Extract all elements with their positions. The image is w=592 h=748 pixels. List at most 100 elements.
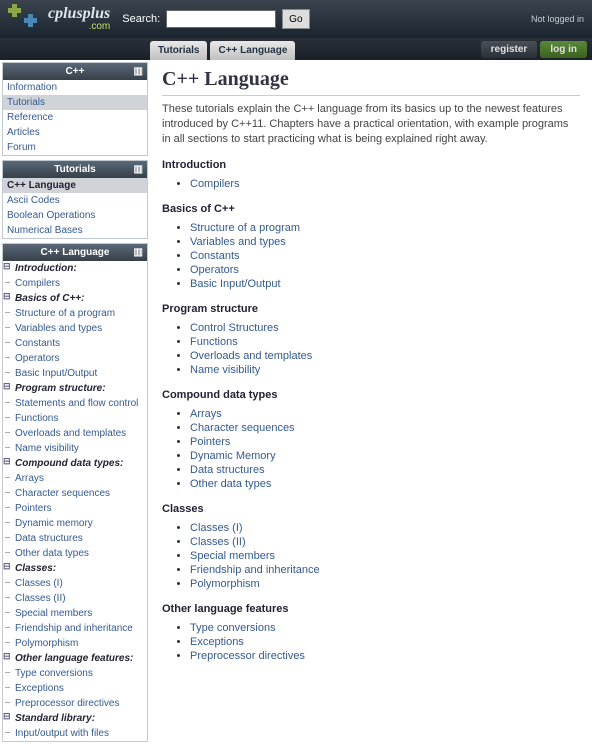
sidebar-item[interactable]: Boolean Operations [3,208,147,223]
breadcrumb-cpp-language[interactable]: C++ Language [210,41,295,60]
sidebar-item[interactable]: Name visibility [3,441,147,456]
sidebar-item[interactable]: Type conversions [3,666,147,681]
sidebar-link[interactable]: Constants [15,338,60,349]
sidebar-link[interactable]: Statements and flow control [15,398,138,409]
sidebar-link[interactable]: Compilers [15,278,60,289]
sidebar-item[interactable]: Functions [3,411,147,426]
sidebar-link[interactable]: Variables and types [15,323,102,334]
sidebar-item[interactable]: Program structure: [3,381,147,396]
collapse-icon[interactable]: ▥ [134,247,143,258]
sidebar-link[interactable]: Numerical Bases [7,225,83,236]
content-link[interactable]: Variables and types [190,236,286,248]
sidebar-link[interactable]: Ascii Codes [7,195,60,206]
sidebar-item[interactable]: Preprocessor directives [3,696,147,711]
sidebar-item[interactable]: Overloads and templates [3,426,147,441]
sidebar-link[interactable]: Friendship and inheritance [15,623,133,634]
register-button[interactable]: register [481,41,538,58]
sidebar-link[interactable]: Basic Input/Output [15,368,97,379]
sidebar-item[interactable]: Arrays [3,471,147,486]
sidebar-item[interactable]: Operators [3,351,147,366]
content-link[interactable]: Constants [190,250,240,262]
sidebar-item[interactable]: Reference [3,110,147,125]
sidebar-item[interactable]: Tutorials [3,95,147,110]
sidebar-item[interactable]: Character sequences [3,486,147,501]
sidebar-item[interactable]: Ascii Codes [3,193,147,208]
search-input[interactable] [166,10,276,28]
sidebar-item[interactable]: Standard library: [3,711,147,726]
sidebar-item[interactable]: Friendship and inheritance [3,621,147,636]
sidebar-item[interactable]: Constants [3,336,147,351]
sidebar-item[interactable]: Exceptions [3,681,147,696]
content-link[interactable]: Polymorphism [190,578,260,590]
sidebar-link[interactable]: Standard library: [15,713,95,724]
content-link[interactable]: Dynamic Memory [190,450,276,462]
sidebar-link[interactable]: Reference [7,112,53,123]
sidebar-link[interactable]: Operators [15,353,59,364]
sidebar-link[interactable]: Polymorphism [15,638,78,649]
sidebar-item[interactable]: C++ Language [3,178,147,193]
sidebar-item[interactable]: Variables and types [3,321,147,336]
sidebar-link[interactable]: Data structures [15,533,83,544]
sidebar-item[interactable]: Basics of C++: [3,291,147,306]
sidebar-item[interactable]: Introduction: [3,261,147,276]
content-link[interactable]: Basic Input/Output [190,278,281,290]
content-link[interactable]: Special members [190,550,275,562]
sidebar-item[interactable]: Other data types [3,546,147,561]
sidebar-link[interactable]: Other data types [15,548,89,559]
content-link[interactable]: Name visibility [190,364,260,376]
sidebar-link[interactable]: Classes (I) [15,578,63,589]
sidebar-item[interactable]: Data structures [3,531,147,546]
sidebar-item[interactable]: Compound data types: [3,456,147,471]
sidebar-link[interactable]: Classes: [15,563,56,574]
sidebar-link[interactable]: Preprocessor directives [15,698,119,709]
sidebar-link[interactable]: Functions [15,413,58,424]
sidebar-link[interactable]: Structure of a program [15,308,115,319]
sidebar-link[interactable]: Special members [15,608,92,619]
sidebar-item[interactable]: Classes (I) [3,576,147,591]
sidebar-link[interactable]: Classes (II) [15,593,66,604]
content-link[interactable]: Pointers [190,436,230,448]
sidebar-link[interactable]: Tutorials [7,97,45,108]
sidebar-link[interactable]: Information [7,82,57,93]
sidebar-link[interactable]: Input/output with files [15,728,109,739]
sidebar-item[interactable]: Classes (II) [3,591,147,606]
content-link[interactable]: Friendship and inheritance [190,564,320,576]
sidebar-link[interactable]: Arrays [15,473,44,484]
sidebar-link[interactable]: Character sequences [15,488,110,499]
sidebar-item[interactable]: Polymorphism [3,636,147,651]
content-link[interactable]: Other data types [190,478,271,490]
sidebar-link[interactable]: Program structure: [15,383,106,394]
collapse-icon[interactable]: ▥ [134,164,143,175]
sidebar-item[interactable]: Classes: [3,561,147,576]
sidebar-item[interactable]: Other language features: [3,651,147,666]
sidebar-link[interactable]: Dynamic memory [15,518,93,529]
content-link[interactable]: Operators [190,264,239,276]
search-go-button[interactable]: Go [282,9,309,29]
sidebar-link[interactable]: Name visibility [15,443,79,454]
login-button[interactable]: log in [540,41,587,58]
sidebar-item[interactable]: Forum [3,140,147,155]
site-logo[interactable]: cplusplus .com [8,4,110,34]
sidebar-item[interactable]: Statements and flow control [3,396,147,411]
sidebar-item[interactable]: Dynamic memory [3,516,147,531]
sidebar-link[interactable]: Other language features: [15,653,133,664]
sidebar-link[interactable]: Type conversions [15,668,93,679]
sidebar-link[interactable]: Exceptions [15,683,64,694]
sidebar-item[interactable]: Pointers [3,501,147,516]
collapse-icon[interactable]: ▥ [134,66,143,77]
sidebar-link[interactable]: Compound data types: [15,458,123,469]
content-link[interactable]: Type conversions [190,622,276,634]
sidebar-link[interactable]: Basics of C++: [15,293,84,304]
content-link[interactable]: Classes (II) [190,536,246,548]
sidebar-item[interactable]: Numerical Bases [3,223,147,238]
content-link[interactable]: Structure of a program [190,222,300,234]
content-link[interactable]: Overloads and templates [190,350,312,362]
sidebar-item[interactable]: Information [3,80,147,95]
content-link[interactable]: Preprocessor directives [190,650,305,662]
breadcrumb-tutorials[interactable]: Tutorials [150,41,207,60]
sidebar-item[interactable]: Compilers [3,276,147,291]
content-link[interactable]: Control Structures [190,322,279,334]
content-link[interactable]: Character sequences [190,422,295,434]
sidebar-item[interactable]: Structure of a program [3,306,147,321]
sidebar-link[interactable]: C++ Language [7,180,76,191]
